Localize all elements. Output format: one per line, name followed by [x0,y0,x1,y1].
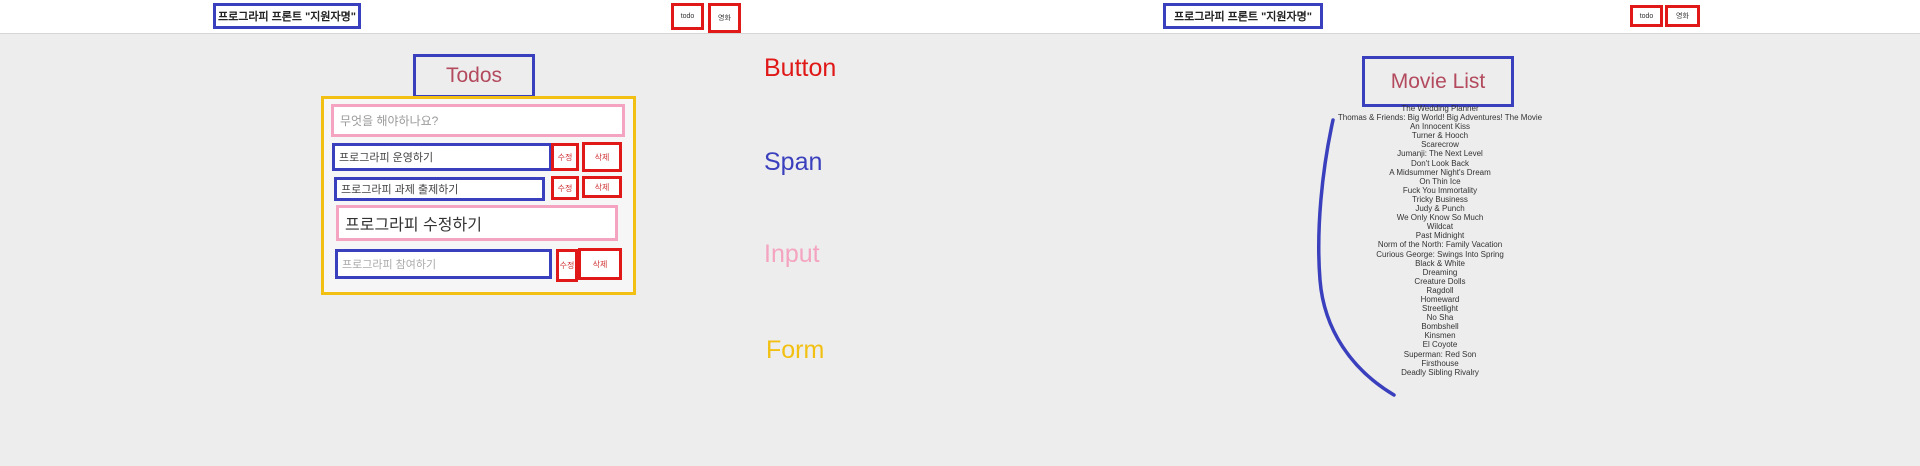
header-todo-button-right[interactable]: todo [1630,5,1663,27]
header-title-left: 프로그라피 프론트 "지원자명" [213,3,361,29]
legend-span: Span [764,148,823,176]
movie-list-title: Movie List [1362,56,1514,107]
legend-input: Input [764,240,820,268]
todo-edit-button[interactable]: 수정 [556,249,578,282]
legend-form: Form [766,336,825,364]
header-movie-button-right[interactable]: 영화 [1665,5,1700,27]
todo-item-text: 프로그라피 과제 출제하기 [334,177,545,201]
new-todo-input[interactable]: 무엇을 해야하나요? [331,104,625,137]
header-todo-button-left[interactable]: todo [671,3,704,30]
todo-delete-button[interactable]: 삭제 [582,176,622,198]
todo-delete-button[interactable]: 삭제 [578,248,622,280]
todos-title: Todos [413,54,535,98]
todo-item-text: 프로그라피 참여하기 [335,249,552,279]
header-movie-button-left[interactable]: 영화 [708,3,741,33]
todo-edit-button[interactable]: 수정 [551,176,579,200]
todo-edit-input[interactable]: 프로그라피 수정하기 [336,205,618,241]
todo-item-text: 프로그라피 운영하기 [332,143,552,171]
legend-button: Button [764,54,837,82]
span-bracket-stroke [1317,118,1396,397]
todo-edit-button[interactable]: 수정 [551,143,579,171]
header-title-right: 프로그라피 프론트 "지원자명" [1163,3,1323,29]
todo-delete-button[interactable]: 삭제 [582,142,622,172]
